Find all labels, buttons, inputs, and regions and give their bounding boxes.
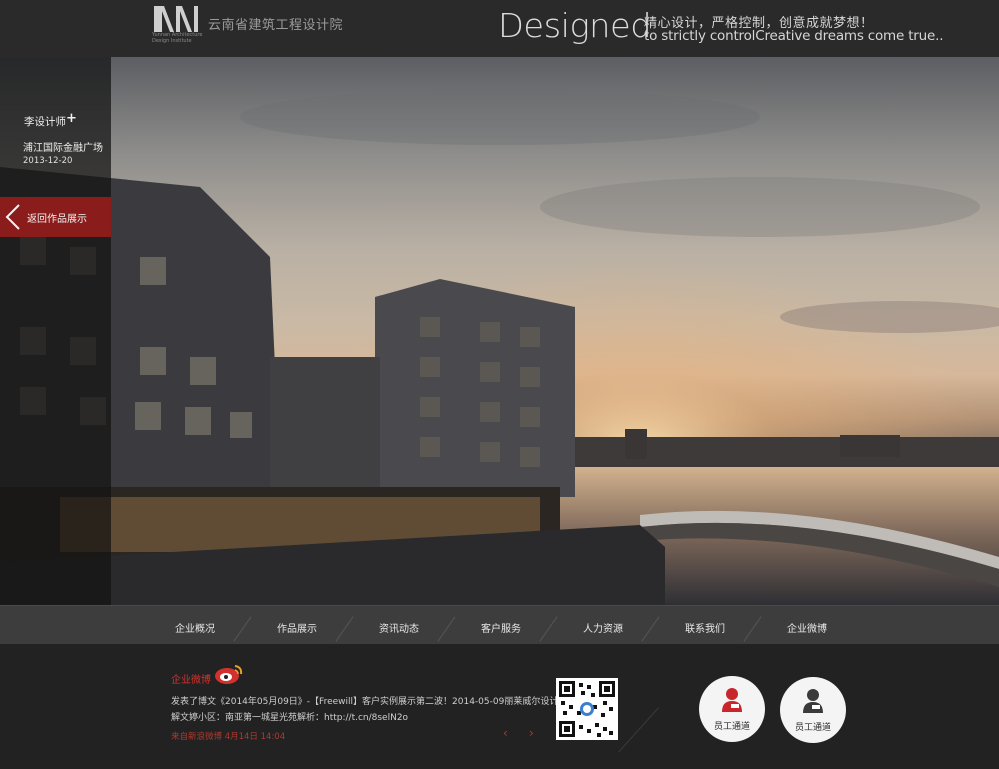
staff-portal-button-red[interactable]: 员工通道 xyxy=(699,676,765,742)
prev-arrow-icon[interactable]: ‹ xyxy=(503,726,508,740)
nav-divider xyxy=(539,616,558,642)
plus-icon[interactable]: + xyxy=(66,111,77,126)
weibo-post-text: 发表了博文《2014年05月09日》-【Freewill】客户实例展示第二波！2… xyxy=(171,697,577,707)
nav-divider xyxy=(743,616,762,642)
nav-item-about[interactable]: 企业概况 xyxy=(175,620,215,635)
nav-item-weibo[interactable]: 企业微博 xyxy=(787,620,827,635)
next-arrow-icon[interactable]: › xyxy=(529,726,534,740)
weibo-title: 企业微博 xyxy=(171,675,211,686)
nav-divider xyxy=(437,616,456,642)
weibo-post-link[interactable]: 解文婷小区：南亚第一城星光苑解析：http://t.cn/8selN2o xyxy=(171,710,408,723)
qr-code xyxy=(556,678,618,740)
staff-portal-label: 员工通道 xyxy=(794,723,831,733)
user-icon xyxy=(803,689,823,713)
nav-item-works[interactable]: 作品展示 xyxy=(277,620,317,635)
nav-item-service[interactable]: 客户服务 xyxy=(481,620,521,635)
project-name: 浦江国际金融广场 xyxy=(23,143,103,154)
user-icon xyxy=(722,688,742,712)
back-button-label: 返回作品展示 xyxy=(27,214,87,225)
weibo-icon[interactable] xyxy=(213,662,245,686)
hero-image xyxy=(0,57,999,605)
nav-divider xyxy=(335,616,354,642)
qr-code-icon xyxy=(559,681,615,737)
weibo-post-meta: 来自新浪微博 4月14日 14:04 xyxy=(171,732,286,742)
staff-portal-button-dark[interactable]: 员工通道 xyxy=(780,677,846,743)
slogan-english: to strictly controlCreative dreams come … xyxy=(644,28,944,44)
slogan-designed: Designed xyxy=(498,6,652,45)
back-to-works-button[interactable]: 返回作品展示 xyxy=(0,197,111,237)
staff-portal-label: 员工通道 xyxy=(713,722,750,732)
company-name: 云南省建筑工程设计院 xyxy=(208,18,344,33)
main-nav: 企业概况 作品展示 资讯动态 客户服务 人力资源 联系我们 企业微博 xyxy=(0,605,999,644)
chevron-left-icon xyxy=(5,204,20,230)
site-header: Yunnan Architecture Design Institute 云南省… xyxy=(0,0,999,57)
nav-item-hr[interactable]: 人力资源 xyxy=(583,620,623,635)
nav-divider xyxy=(641,616,660,642)
nav-item-contact[interactable]: 联系我们 xyxy=(685,620,725,635)
project-date: 2013-12-20 xyxy=(23,156,73,166)
hero-rendering xyxy=(0,57,999,605)
nav-item-news[interactable]: 资讯动态 xyxy=(379,620,419,635)
nav-divider xyxy=(233,616,252,642)
designer-name: 李设计师 xyxy=(24,116,66,128)
logo-subtitle: Yunnan Architecture Design Institute xyxy=(152,32,203,44)
